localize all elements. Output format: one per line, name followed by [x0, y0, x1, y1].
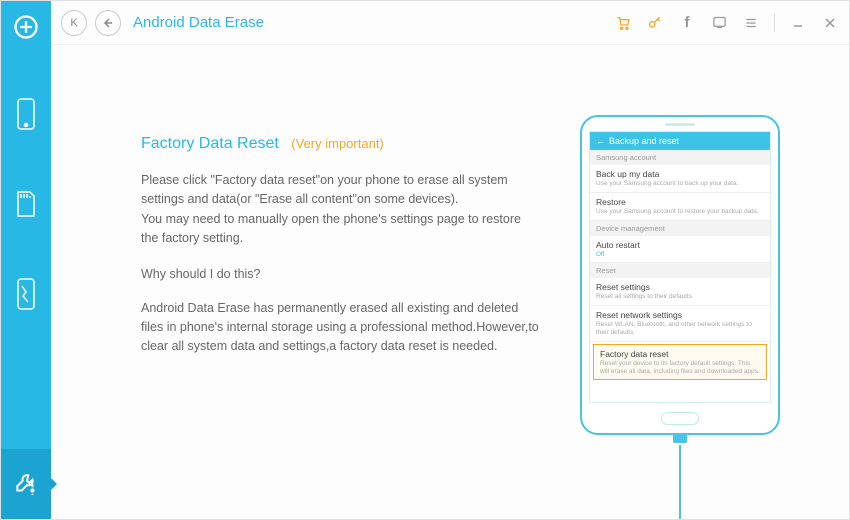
close-icon [824, 17, 836, 29]
phone-settings-item: Auto restartOff [590, 236, 770, 264]
phone-settings-item: RestoreUse your Samsung account to resto… [590, 193, 770, 221]
phone-device: ← Backup and reset Samsung accountBack u… [580, 115, 780, 435]
key-button[interactable] [646, 14, 664, 32]
app-logo [1, 5, 51, 49]
phone-item-title: Reset settings [596, 282, 764, 292]
phone-item-subtitle: Use your Samsung account to restore your… [596, 208, 764, 216]
home-icon: K [70, 17, 77, 29]
instruction-column: Factory Data Reset (Very important) Plea… [141, 135, 541, 499]
sidebar-item-broken-phone[interactable] [1, 249, 51, 339]
minimize-icon [792, 17, 804, 29]
titlebar: K Android Data Erase f [51, 1, 849, 45]
phone-settings-item: Reset network settingsReset WLAN, Blueto… [590, 306, 770, 342]
phone-item-subtitle: Reset WLAN, Bluetooth, and other network… [596, 321, 764, 337]
phone-section-header: Reset [590, 263, 770, 278]
instruction-question: Why should I do this? [141, 267, 541, 281]
sidebar-item-tools[interactable] [1, 449, 51, 519]
instruction-paragraph-1: Please click "Factory data reset"on your… [141, 171, 541, 249]
app-window: K Android Data Erase f [0, 0, 850, 520]
facebook-button[interactable]: f [678, 14, 696, 32]
phone-settings-item: Back up my dataUse your Samsung account … [590, 165, 770, 193]
usb-cable [679, 445, 681, 520]
back-icon [103, 18, 113, 28]
instruction-paragraph-2: Android Data Erase has permanently erase… [141, 299, 541, 357]
phone-screen-title: Backup and reset [609, 136, 679, 146]
usb-plug [673, 433, 687, 443]
phone-item-subtitle: Reset your device to its factory default… [600, 360, 760, 376]
phone-screen: ← Backup and reset Samsung accountBack u… [589, 131, 771, 403]
feedback-button[interactable] [710, 14, 728, 32]
phone-screen-header: ← Backup and reset [590, 132, 770, 150]
heading-note: (Very important) [291, 136, 383, 151]
phone-item-subtitle: Use your Samsung account to back up your… [596, 180, 764, 188]
phone-item-title: Restore [596, 197, 764, 207]
menu-button[interactable] [742, 14, 760, 32]
home-button[interactable]: K [61, 10, 87, 36]
phone-settings-item: Reset settingsReset all settings to thei… [590, 278, 770, 306]
phone-item-title: Back up my data [596, 169, 764, 179]
sidebar-item-sdcard[interactable] [1, 159, 51, 249]
menu-icon [744, 16, 758, 30]
phone-section-header: Samsung account [590, 150, 770, 165]
key-icon [647, 15, 663, 31]
phone-item-title: Reset network settings [596, 310, 764, 320]
back-button[interactable] [95, 10, 121, 36]
cart-icon [615, 15, 631, 31]
phone-item-title: Factory data reset [600, 349, 760, 359]
phone-item-title: Auto restart [596, 240, 764, 250]
home-button-oval [661, 412, 699, 425]
sidebar [1, 1, 51, 519]
phone-item-subtitle: Reset all settings to their defaults. [596, 293, 764, 301]
sidebar-item-phone[interactable] [1, 69, 51, 159]
close-button[interactable] [821, 14, 839, 32]
minimize-button[interactable] [789, 14, 807, 32]
phone-illustration-column: ← Backup and reset Samsung accountBack u… [541, 115, 819, 499]
phone-home-area [582, 403, 778, 433]
phone-item-subtitle: Off [596, 251, 764, 259]
feedback-icon [712, 15, 727, 30]
phone-settings-list: Samsung accountBack up my dataUse your S… [590, 150, 770, 383]
back-arrow-icon: ← [596, 136, 605, 146]
cart-button[interactable] [614, 14, 632, 32]
phone-section-header: Device management [590, 221, 770, 236]
phone-settings-item: Factory data resetReset your device to i… [593, 344, 767, 381]
page-heading: Factory Data Reset [141, 135, 279, 152]
content: Factory Data Reset (Very important) Plea… [51, 45, 849, 519]
phone-speaker-area [582, 117, 778, 131]
facebook-icon: f [685, 14, 690, 31]
app-title: Android Data Erase [133, 14, 264, 31]
